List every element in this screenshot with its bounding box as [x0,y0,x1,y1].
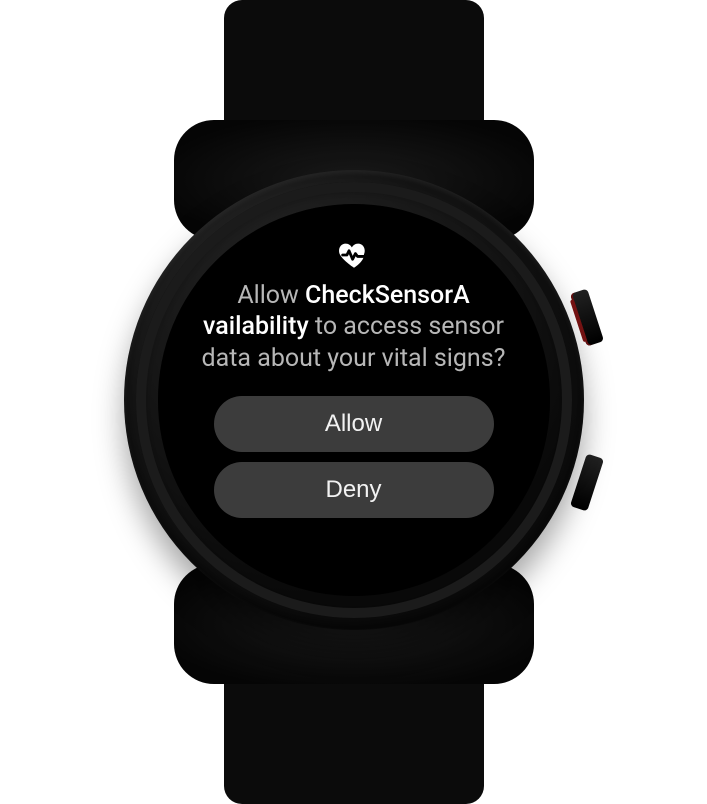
heart-rate-icon [337,238,371,272]
watch-case: Allow CheckSensorA vailability to access… [124,170,584,630]
app-name-part2: vailability [203,312,309,341]
permission-buttons: Allow Deny [158,396,550,518]
permission-prompt: Allow CheckSensorA vailability to access… [158,280,550,374]
prompt-prefix: Allow [237,281,305,310]
app-name-part1: CheckSensorA [305,281,470,310]
deny-button[interactable]: Deny [214,462,494,518]
watch-screen: Allow CheckSensorA vailability to access… [158,204,550,596]
allow-button[interactable]: Allow [214,396,494,452]
